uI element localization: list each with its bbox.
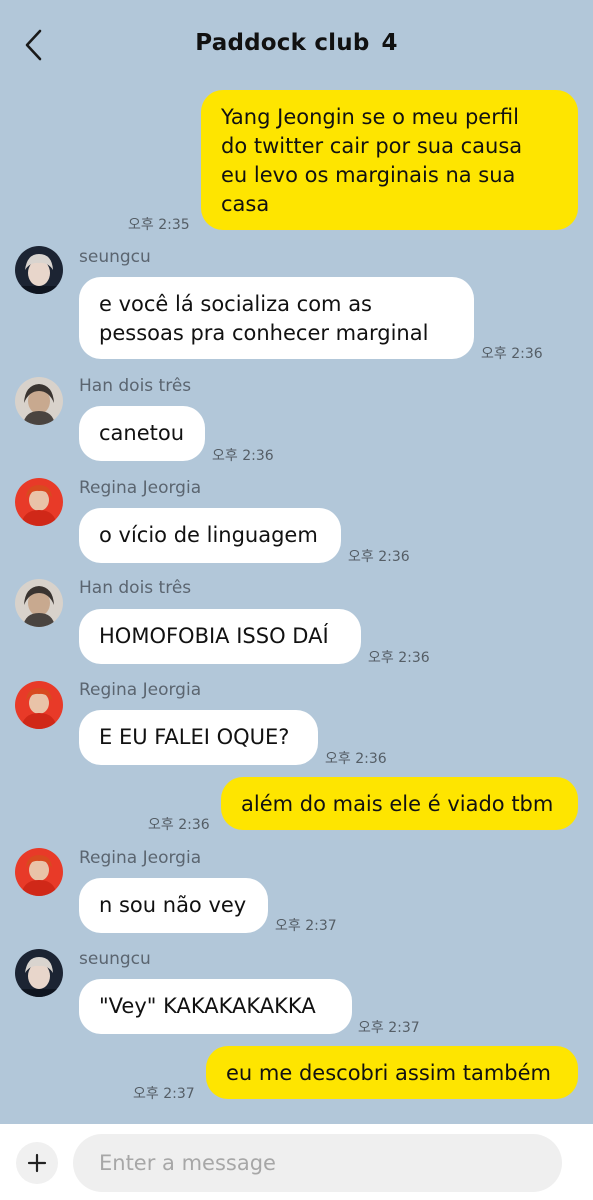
plus-icon (27, 1153, 47, 1173)
sender-name: Han dois três (79, 376, 192, 396)
their-message-bubble[interactable]: "Vey" KAKAKAKAKKA (79, 979, 352, 1034)
my-message-bubble[interactable]: Yang Jeongin se o meu perfil do twitter … (201, 90, 578, 230)
member-count: 4 (381, 30, 398, 56)
chat-header: Paddock club 4 (0, 0, 593, 88)
sender-name: Regina Jeorgia (79, 680, 202, 700)
message-time: 오후 2:36 (481, 346, 543, 362)
attach-button[interactable] (16, 1142, 58, 1184)
their-message-bubble[interactable]: canetou (79, 406, 205, 461)
seungcu-avatar[interactable] (15, 949, 63, 997)
regina-avatar[interactable] (15, 848, 63, 896)
han-avatar[interactable] (15, 579, 63, 627)
message-time: 오후 2:36 (348, 549, 410, 565)
message-time: 오후 2:35 (128, 217, 190, 233)
their-message-bubble[interactable]: E EU FALEI OQUE? (79, 710, 318, 765)
their-message-bubble[interactable]: e você lá socializa com as pessoas pra c… (79, 277, 474, 359)
their-message-bubble[interactable]: HOMOFOBIA ISSO DAÍ (79, 609, 361, 664)
message-time: 오후 2:36 (212, 448, 274, 464)
message-time: 오후 2:36 (325, 751, 387, 767)
message-time: 오후 2:37 (275, 918, 337, 934)
message-input[interactable] (73, 1134, 562, 1192)
sender-name: Regina Jeorgia (79, 848, 202, 868)
regina-avatar[interactable] (15, 681, 63, 729)
message-composer (0, 1124, 593, 1200)
chat-title-text: Paddock club (195, 30, 370, 56)
their-message-bubble[interactable]: o vício de linguagem (79, 508, 341, 563)
sender-name: Han dois três (79, 578, 192, 598)
regina-avatar[interactable] (15, 478, 63, 526)
message-time: 오후 2:37 (133, 1086, 195, 1102)
message-time: 오후 2:36 (148, 817, 210, 833)
han-avatar[interactable] (15, 377, 63, 425)
message-time: 오후 2:37 (358, 1020, 420, 1036)
their-message-bubble[interactable]: n sou não vey (79, 878, 268, 933)
message-time: 오후 2:36 (368, 650, 430, 666)
sender-name: Regina Jeorgia (79, 478, 202, 498)
chat-title: Paddock club 4 (0, 30, 593, 56)
seungcu-avatar[interactable] (15, 246, 63, 294)
my-message-bubble[interactable]: eu me descobri assim também (206, 1046, 578, 1099)
my-message-bubble[interactable]: além do mais ele é viado tbm (221, 777, 578, 830)
sender-name: seungcu (79, 247, 151, 267)
sender-name: seungcu (79, 949, 151, 969)
